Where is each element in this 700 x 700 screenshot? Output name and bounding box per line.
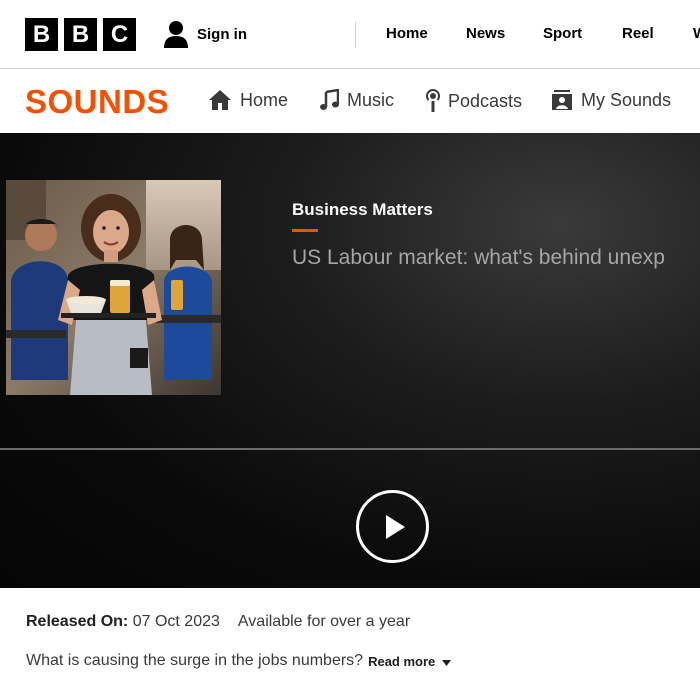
- bbc-nav-reel[interactable]: Reel: [622, 25, 693, 42]
- chevron-down-icon: [442, 654, 452, 669]
- play-button[interactable]: [356, 490, 429, 563]
- sign-in-link[interactable]: Sign in: [163, 20, 247, 48]
- bbc-logo-letter: B: [25, 18, 58, 51]
- sounds-nav-podcasts[interactable]: Podcasts: [426, 89, 522, 113]
- sounds-logo[interactable]: SOUNDS: [25, 83, 169, 121]
- released-label: Released On:: [26, 613, 129, 630]
- description-text: What is causing the surge in the jobs nu…: [26, 652, 364, 669]
- episode-artwork: [6, 180, 221, 395]
- brand-underline: [292, 229, 318, 232]
- episode-meta: Released On: 07 Oct 2023 Available for o…: [26, 613, 410, 631]
- bbc-logo-letter: B: [64, 18, 97, 51]
- my-sounds-icon: [551, 89, 573, 111]
- sounds-nav: SOUNDS Home Music Podcasts My Sounds: [0, 69, 700, 133]
- bbc-logo[interactable]: B B C: [25, 18, 136, 51]
- sounds-nav-home-label: Home: [240, 89, 289, 110]
- header-divider: [355, 22, 356, 48]
- read-more-button[interactable]: Read more: [368, 653, 452, 669]
- released-date: 07 Oct 2023: [132, 613, 220, 630]
- user-icon: [163, 20, 189, 48]
- sounds-nav-music[interactable]: Music: [319, 89, 394, 111]
- bbc-nav-sport[interactable]: Sport: [543, 25, 622, 42]
- episode-brand[interactable]: Business Matters: [292, 200, 433, 220]
- sounds-nav-music-label: Music: [347, 89, 395, 110]
- bbc-nav: Home News Sport Reel W: [386, 25, 700, 42]
- play-icon: [386, 515, 405, 539]
- bbc-nav-news[interactable]: News: [466, 25, 543, 42]
- bbc-nav-home[interactable]: Home: [386, 25, 466, 42]
- bbc-logo-letter: C: [103, 18, 136, 51]
- episode-description: What is causing the surge in the jobs nu…: [26, 652, 452, 670]
- sounds-nav-home[interactable]: Home: [208, 89, 288, 111]
- episode-title: US Labour market: what's behind unexp: [292, 246, 665, 269]
- read-more-label: Read more: [368, 653, 436, 669]
- episode-hero: Business Matters US Labour market: what'…: [0, 133, 700, 588]
- sounds-nav-podcasts-label: Podcasts: [448, 90, 523, 111]
- sounds-nav-my-sounds[interactable]: My Sounds: [551, 89, 671, 111]
- podcast-icon: [426, 89, 440, 113]
- bbc-global-header: B B C Sign in Home News Sport Reel W: [0, 0, 700, 69]
- availability-text: Available for over a year: [237, 613, 411, 630]
- sign-in-label: Sign in: [197, 25, 247, 43]
- home-icon: [208, 89, 232, 111]
- player-progress-line[interactable]: [0, 448, 700, 450]
- bbc-nav-more[interactable]: W: [693, 25, 700, 42]
- music-note-icon: [319, 89, 339, 111]
- sounds-nav-my-sounds-label: My Sounds: [581, 89, 672, 110]
